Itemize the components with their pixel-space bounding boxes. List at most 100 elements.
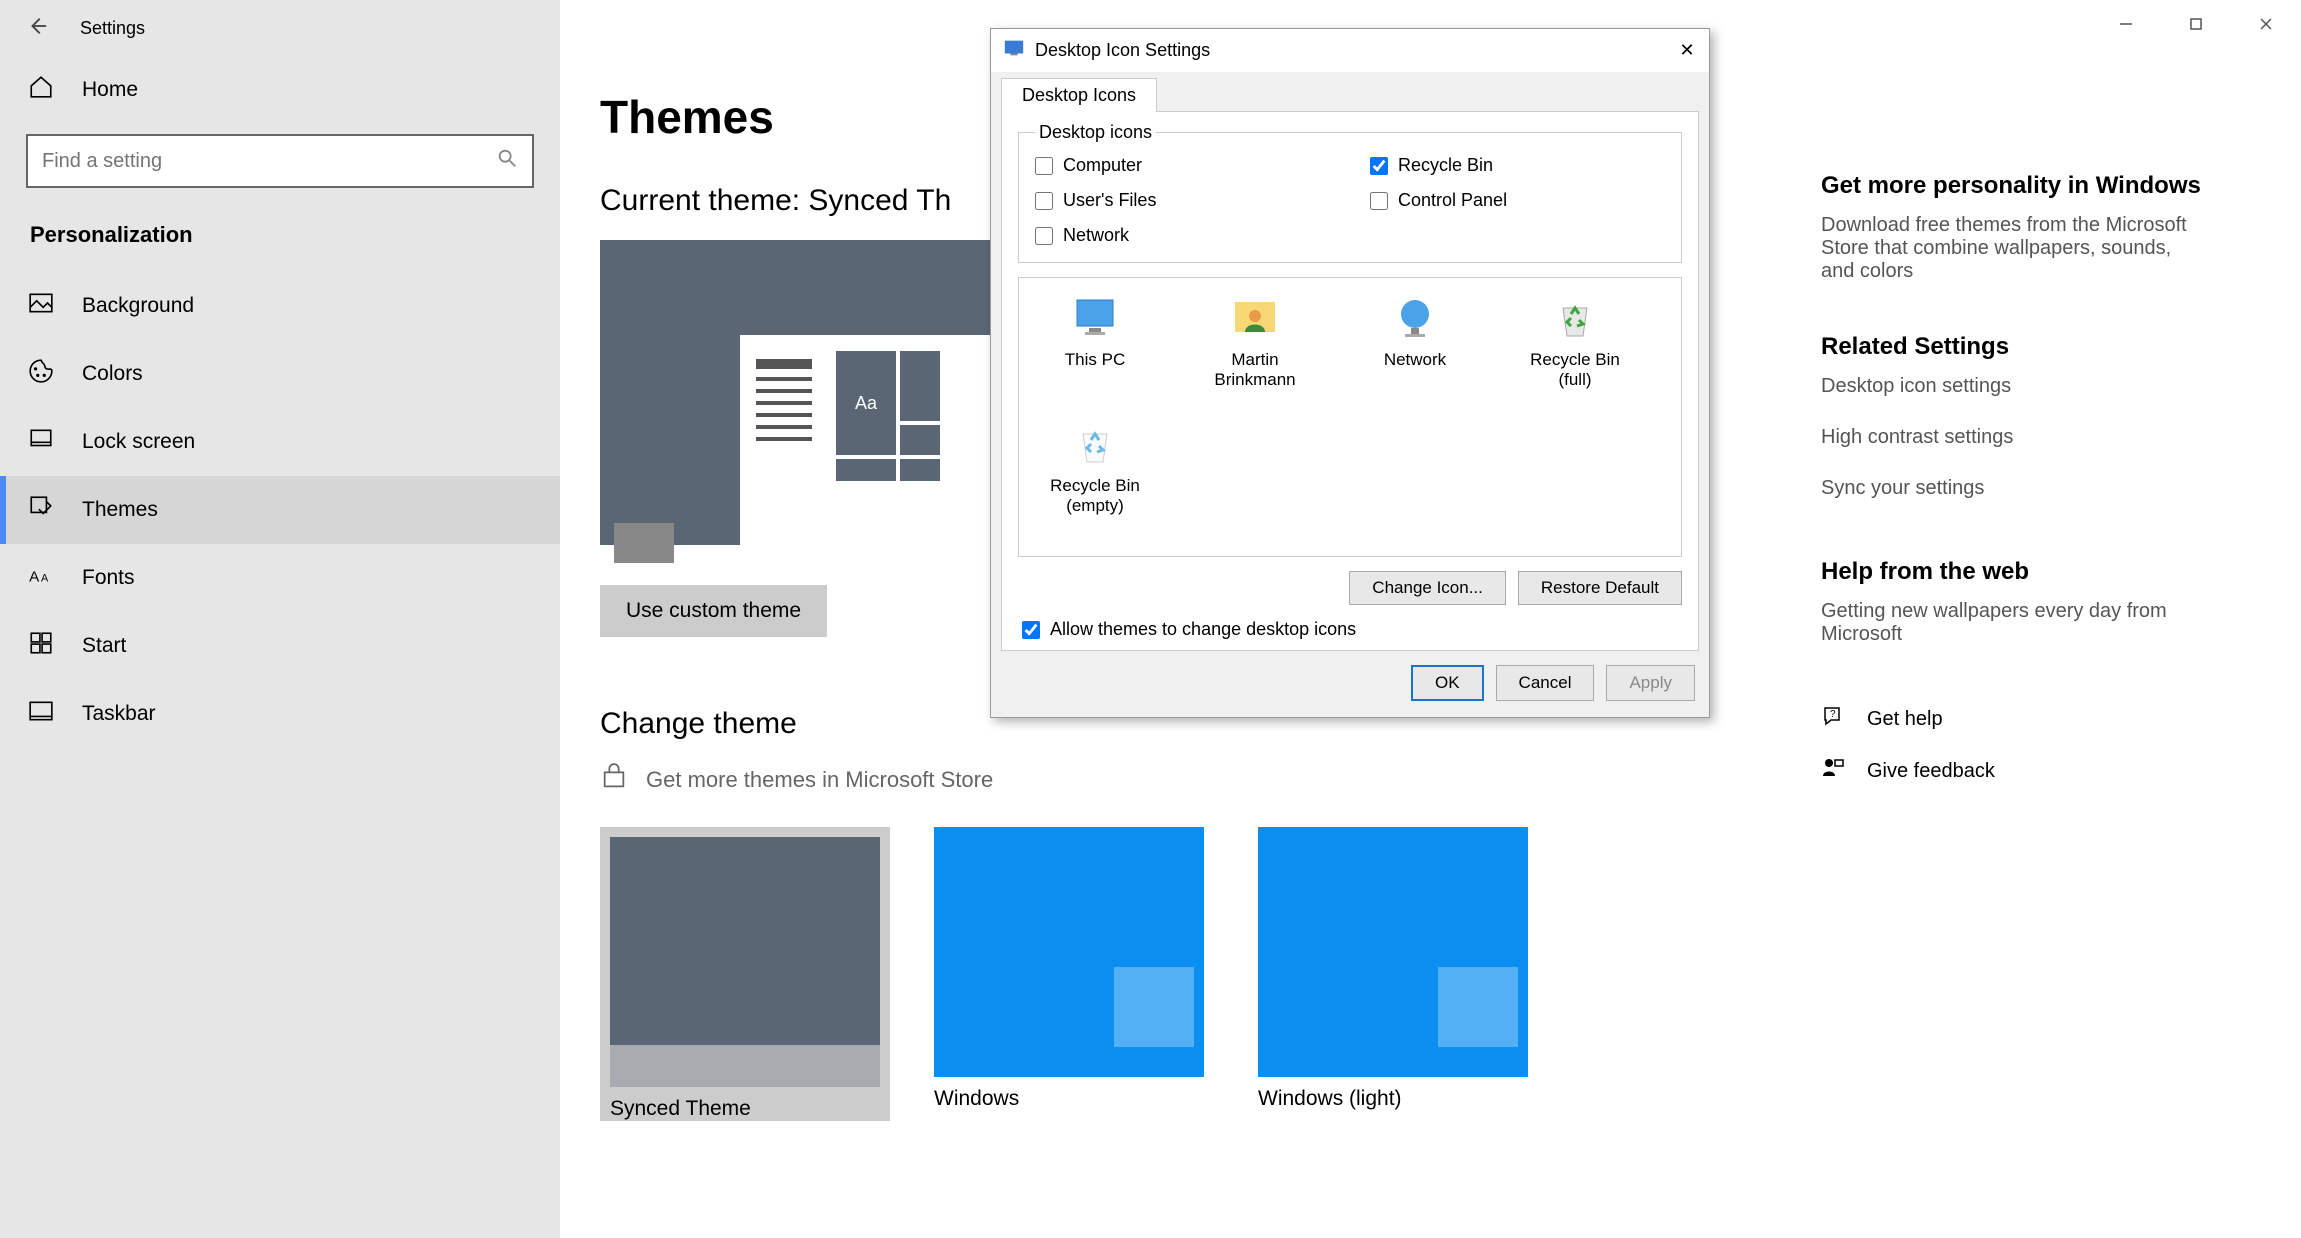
change-icon-button[interactable]: Change Icon...: [1349, 571, 1506, 605]
sidebar-item-fonts[interactable]: AA Fonts: [0, 544, 560, 612]
icon-label: This PC: [1065, 350, 1125, 369]
theme-card-label: Synced Theme: [600, 1097, 890, 1121]
sidebar-section: Personalization: [30, 222, 560, 248]
sidebar-item-lock-screen[interactable]: Lock screen: [0, 408, 560, 476]
sidebar-home[interactable]: Home: [0, 56, 560, 124]
palette-icon: [28, 358, 54, 390]
theme-card-windows-light[interactable]: Windows (light): [1248, 827, 1538, 1121]
sidebar-item-label: Colors: [82, 362, 143, 386]
checkbox[interactable]: [1035, 192, 1053, 210]
theme-preview: Aa: [600, 240, 990, 545]
search-icon: [496, 147, 518, 175]
desktop-icon-settings-dialog: Desktop Icon Settings ✕ Desktop Icons De…: [990, 28, 1710, 718]
icon-this-pc[interactable]: This PC: [1035, 294, 1155, 390]
tab-desktop-icons[interactable]: Desktop Icons: [1001, 78, 1157, 112]
dialog-icon: [1003, 37, 1025, 64]
ok-button[interactable]: OK: [1411, 665, 1484, 701]
cancel-button[interactable]: Cancel: [1496, 665, 1595, 701]
back-icon[interactable]: [26, 15, 48, 42]
minimize-button[interactable]: [2091, 0, 2161, 48]
link-high-contrast[interactable]: High contrast settings: [1821, 426, 2201, 449]
check-label: User's Files: [1063, 190, 1156, 211]
close-button[interactable]: [2231, 0, 2301, 48]
link-wallpapers[interactable]: Getting new wallpapers every day from Mi…: [1821, 600, 2201, 646]
restore-default-button[interactable]: Restore Default: [1518, 571, 1682, 605]
check-network[interactable]: Network: [1035, 225, 1330, 246]
svg-text:A: A: [29, 569, 40, 586]
maximize-button[interactable]: [2161, 0, 2231, 48]
icon-recycle-full[interactable]: Recycle Bin (full): [1515, 294, 1635, 390]
allow-themes-checkbox[interactable]: Allow themes to change desktop icons: [1022, 619, 1682, 640]
right-more-body: Download free themes from the Microsoft …: [1821, 214, 2201, 283]
checkbox[interactable]: [1035, 157, 1053, 175]
check-users-files[interactable]: User's Files: [1035, 190, 1330, 211]
svg-text:A: A: [41, 573, 49, 585]
link-sync-settings[interactable]: Sync your settings: [1821, 477, 2201, 500]
sidebar-item-label: Themes: [82, 498, 158, 522]
icon-preview-grid: This PC Martin Brinkmann Network Recycle…: [1018, 277, 1682, 557]
store-link-label: Get more themes in Microsoft Store: [646, 767, 993, 793]
start-icon: [28, 630, 54, 662]
dialog-close-button[interactable]: ✕: [1677, 40, 1697, 61]
right-more-title: Get more personality in Windows: [1821, 172, 2201, 200]
sidebar-item-themes[interactable]: Themes: [0, 476, 560, 544]
get-help-link[interactable]: ? Get help: [1821, 704, 2201, 734]
help-icon: ?: [1821, 704, 1845, 734]
theme-card-windows[interactable]: Windows: [924, 827, 1214, 1121]
theme-card-label: Windows (light): [1248, 1087, 1538, 1111]
sidebar-item-label: Background: [82, 294, 194, 318]
svg-text:?: ?: [1830, 709, 1836, 720]
check-label: Control Panel: [1398, 190, 1507, 211]
sidebar-item-start[interactable]: Start: [0, 612, 560, 680]
home-icon: [28, 74, 54, 106]
give-feedback-link[interactable]: Give feedback: [1821, 756, 2201, 786]
icon-label: Recycle Bin (empty): [1050, 476, 1140, 515]
window-title: Settings: [80, 18, 145, 39]
search-input[interactable]: [26, 134, 534, 188]
link-desktop-icon-settings[interactable]: Desktop icon settings: [1821, 375, 2201, 398]
get-help-label: Get help: [1867, 708, 1943, 731]
theme-card-synced[interactable]: Synced Theme: [600, 827, 890, 1121]
desktop-icons-group: Desktop icons Computer Recycle Bin User'…: [1018, 122, 1682, 263]
right-help-title: Help from the web: [1821, 558, 2201, 586]
taskbar-icon: [28, 698, 54, 730]
icon-network[interactable]: Network: [1355, 294, 1475, 390]
icon-recycle-empty[interactable]: Recycle Bin (empty): [1035, 420, 1155, 516]
sidebar-item-background[interactable]: Background: [0, 272, 560, 340]
lock-screen-icon: [28, 426, 54, 458]
icon-user[interactable]: Martin Brinkmann: [1195, 294, 1315, 390]
checkbox[interactable]: [1370, 192, 1388, 210]
check-computer[interactable]: Computer: [1035, 155, 1330, 176]
checkbox[interactable]: [1370, 157, 1388, 175]
sidebar-item-label: Taskbar: [82, 702, 156, 726]
theme-card-label: Windows: [924, 1087, 1214, 1111]
check-control-panel[interactable]: Control Panel: [1370, 190, 1665, 211]
check-recycle-bin[interactable]: Recycle Bin: [1370, 155, 1665, 176]
sidebar-item-label: Start: [82, 634, 126, 658]
search-field[interactable]: [42, 150, 496, 173]
feedback-icon: [1821, 756, 1845, 786]
sidebar: Settings Home Personalization Background…: [0, 0, 560, 1238]
desktop-icons-legend: Desktop icons: [1035, 122, 1156, 143]
icon-label: Network: [1384, 350, 1446, 369]
picture-icon: [28, 290, 54, 322]
allow-label: Allow themes to change desktop icons: [1050, 619, 1356, 640]
checkbox[interactable]: [1022, 621, 1040, 639]
sidebar-item-label: Fonts: [82, 566, 135, 590]
sidebar-item-label: Lock screen: [82, 430, 195, 454]
fonts-icon: AA: [28, 562, 54, 594]
give-feedback-label: Give feedback: [1867, 760, 1995, 783]
preview-aa: Aa: [836, 351, 896, 455]
check-label: Network: [1063, 225, 1129, 246]
apply-button[interactable]: Apply: [1606, 665, 1695, 701]
dialog-title: Desktop Icon Settings: [1035, 40, 1210, 61]
right-panel: Get more personality in Windows Download…: [1821, 172, 2201, 808]
use-custom-theme-button[interactable]: Use custom theme: [600, 585, 827, 637]
sidebar-home-label: Home: [82, 78, 138, 102]
store-icon: [600, 763, 628, 797]
icon-label: Martin Brinkmann: [1214, 350, 1295, 389]
checkbox[interactable]: [1035, 227, 1053, 245]
sidebar-item-taskbar[interactable]: Taskbar: [0, 680, 560, 748]
sidebar-item-colors[interactable]: Colors: [0, 340, 560, 408]
icon-label: Recycle Bin (full): [1530, 350, 1620, 389]
